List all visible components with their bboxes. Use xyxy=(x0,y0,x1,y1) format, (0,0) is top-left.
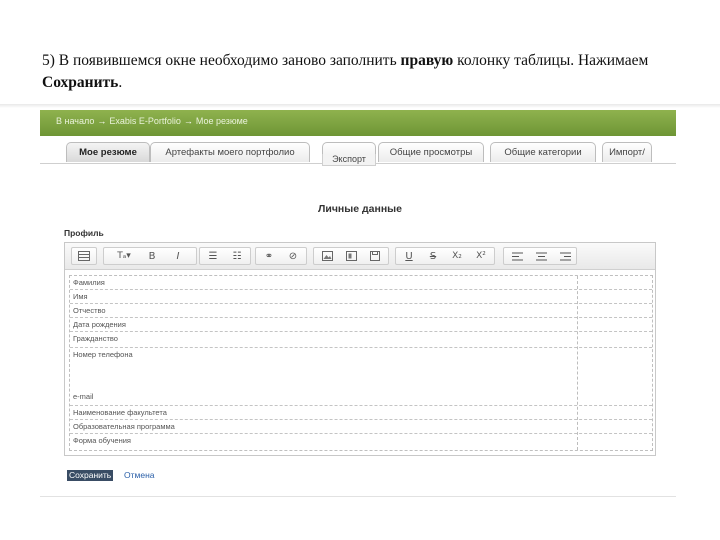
italic-icon[interactable]: I xyxy=(169,248,187,264)
align-right-icon[interactable] xyxy=(555,248,575,264)
row-label: Форма обучения xyxy=(73,436,131,445)
bold-icon[interactable]: B xyxy=(143,248,161,264)
row-label: Отчество xyxy=(73,306,106,315)
tab-import[interactable]: Импорт/ xyxy=(602,142,652,162)
strikethrough-icon[interactable]: S xyxy=(423,248,443,264)
table-row[interactable]: Дата рождения xyxy=(70,318,652,332)
tab-label: Импорт/ xyxy=(609,147,645,158)
row-label: Наименование факультета xyxy=(73,408,167,417)
divider xyxy=(0,104,720,108)
cancel-link[interactable]: Отмена xyxy=(124,470,155,481)
table-row[interactable]: Образовательная программа xyxy=(70,420,652,434)
underline-icon[interactable]: U xyxy=(399,248,419,264)
image-icon[interactable] xyxy=(317,248,337,264)
rich-text-editor[interactable]: Tₐ▾ B I ☰ ☷ ⚭ ⊘ U S X₂ X² Фамилия Имя От… xyxy=(64,242,656,456)
table-row[interactable]: Гражданство xyxy=(70,332,652,348)
editor-toolbar: Tₐ▾ B I ☰ ☷ ⚭ ⊘ U S X₂ X² xyxy=(65,243,655,270)
table-row[interactable]: Имя xyxy=(70,290,652,304)
subscript-icon[interactable]: X₂ xyxy=(447,248,467,264)
breadcrumb-current: Мое резюме xyxy=(195,116,248,126)
section-title: Личные данные xyxy=(318,203,402,215)
table-row[interactable]: Форма обучения xyxy=(70,434,652,450)
row-label: Фамилия xyxy=(73,278,105,287)
caption-bold-2: Сохранить xyxy=(42,74,119,91)
row-label: Номер телефона xyxy=(73,350,133,359)
table-icon[interactable] xyxy=(75,248,93,264)
profile-label: Профиль xyxy=(64,228,104,238)
table-row[interactable]: Номер телефона e-mail xyxy=(70,348,652,406)
row-label: Образовательная программа xyxy=(73,422,175,431)
breadcrumb: В начало → Exabis E-Portfolio → Мое резю… xyxy=(56,116,248,126)
row-label: e-mail xyxy=(73,392,94,401)
arrow-right-icon: → xyxy=(97,116,107,126)
save-icon[interactable] xyxy=(365,248,385,264)
caption-text-3: . xyxy=(118,74,123,91)
link-icon[interactable]: ⚭ xyxy=(259,248,279,264)
arrow-right-icon: → xyxy=(183,116,193,126)
caption-text-1: 5) В появившемся окне необходимо заново … xyxy=(42,52,401,69)
table-row[interactable]: Отчество xyxy=(70,304,652,318)
table-row[interactable]: Фамилия xyxy=(70,276,652,290)
font-size-icon[interactable]: Tₐ▾ xyxy=(107,248,141,264)
tab-label: Артефакты моего портфолио xyxy=(165,147,295,158)
bullet-list-icon[interactable]: ☰ xyxy=(203,248,223,264)
column-divider xyxy=(577,276,578,450)
tab-label: Мое резюме xyxy=(79,147,137,158)
row-label: Гражданство xyxy=(73,334,118,343)
slide-caption: 5) В появившемся окне необходимо заново … xyxy=(42,50,692,94)
align-left-icon[interactable] xyxy=(507,248,527,264)
tab-export-label[interactable]: Экспорт xyxy=(322,154,376,166)
caption-bold-1: правую xyxy=(400,52,454,69)
superscript-icon[interactable]: X² xyxy=(471,248,491,264)
numbered-list-icon[interactable]: ☷ xyxy=(227,248,247,264)
divider xyxy=(40,496,676,497)
profile-table[interactable]: Фамилия Имя Отчество Дата рождения Гражд… xyxy=(69,275,653,451)
breadcrumb-home[interactable]: В начало xyxy=(56,116,94,126)
screenshot-area: В начало → Exabis E-Portfolio → Мое резю… xyxy=(0,104,720,500)
tab-artifacts[interactable]: Артефакты моего портфолио xyxy=(150,142,310,162)
align-center-icon[interactable] xyxy=(531,248,551,264)
row-label: Дата рождения xyxy=(73,320,126,329)
table-row[interactable]: Наименование факультета xyxy=(70,406,652,420)
tab-my-resume[interactable]: Мое резюме xyxy=(66,142,150,162)
caption-text-2: колонку таблицы. Нажимаем xyxy=(453,52,649,69)
tab-label: Общие просмотры xyxy=(389,147,473,158)
media-icon[interactable] xyxy=(341,248,361,264)
tab-shared-views[interactable]: Общие просмотры xyxy=(378,142,484,162)
breadcrumb-portfolio[interactable]: Exabis E-Portfolio xyxy=(109,116,181,126)
row-label: Имя xyxy=(73,292,88,301)
unlink-icon[interactable]: ⊘ xyxy=(283,248,303,264)
tab-shared-categories[interactable]: Общие категории xyxy=(490,142,596,162)
tab-label: Общие категории xyxy=(504,147,582,158)
save-button[interactable]: Сохранить xyxy=(67,470,114,481)
